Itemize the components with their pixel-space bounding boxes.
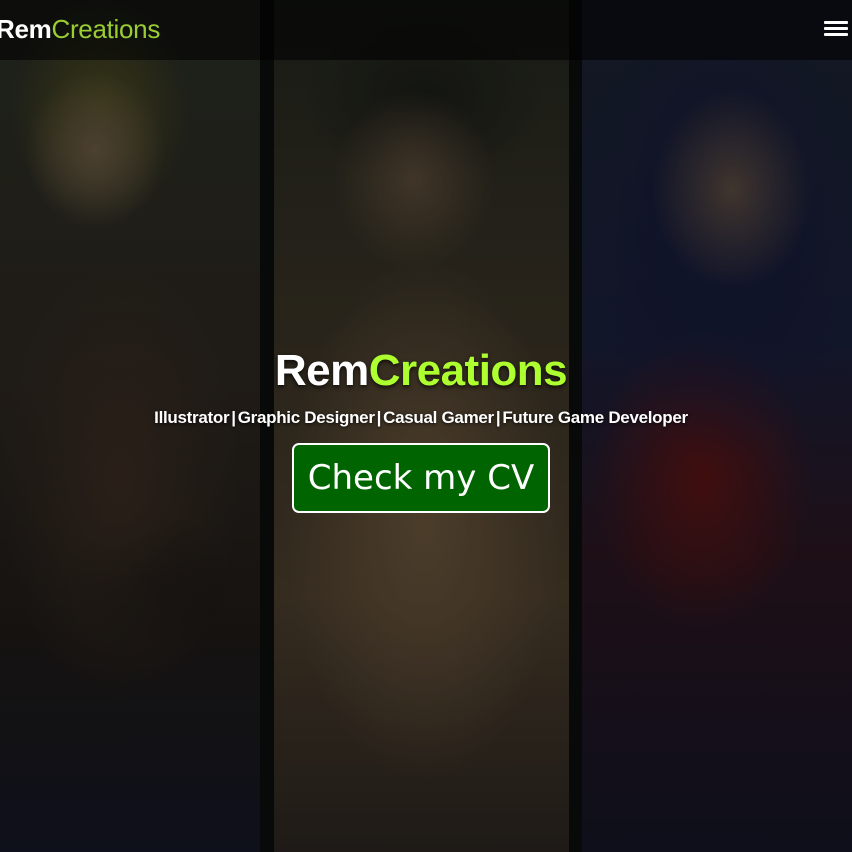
brand-name-part-2: Creations	[51, 14, 161, 44]
brand-name-part-1: Rem	[0, 14, 52, 44]
hero-section: RemCreations Illustrator | Graphic Designe…	[0, 340, 842, 513]
hero-title: RemCreations	[0, 340, 842, 402]
hero-subtitle: Illustrator | Graphic Designer | Casual Game…	[0, 407, 842, 429]
subtitle-separator: |	[231, 408, 236, 427]
subtitle-role: Graphic Designer	[237, 408, 375, 427]
menu-bar	[824, 27, 848, 30]
subtitle-role: Illustrator	[154, 408, 230, 427]
page: RemCreations RemCreations Illustrator | Gr…	[0, 0, 852, 852]
subtitle-separator: |	[495, 408, 501, 427]
hamburger-menu-icon[interactable]	[824, 17, 848, 39]
subtitle-role: Casual Gamer	[383, 408, 494, 427]
check-cv-button[interactable]: Check my CV	[291, 443, 551, 513]
hero-title-part-1: Rem	[274, 346, 369, 395]
subtitle-role: Future Game Developer	[502, 408, 688, 427]
navbar-brand-link[interactable]: RemCreations	[0, 13, 160, 45]
menu-bar	[824, 33, 848, 36]
hero-title-part-2: Creations	[368, 346, 568, 395]
top-navbar: RemCreations	[0, 0, 852, 60]
subtitle-separator: |	[376, 408, 382, 427]
menu-bar	[824, 21, 848, 24]
